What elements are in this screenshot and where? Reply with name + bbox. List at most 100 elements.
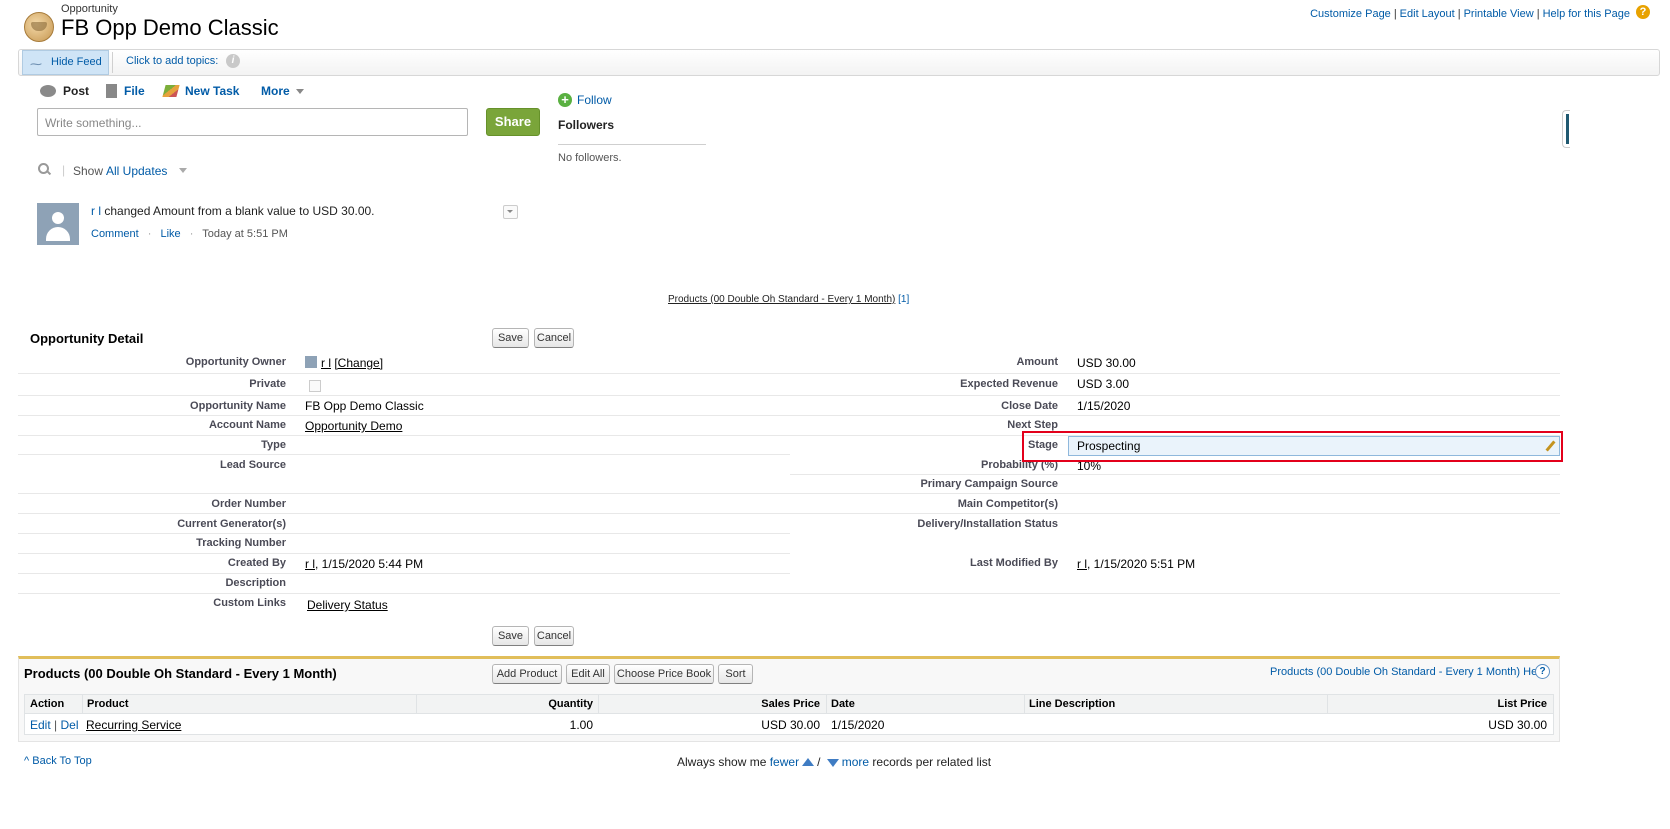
field-label: Stage: [1028, 439, 1058, 451]
field-label: Expected Revenue: [960, 378, 1058, 390]
feed-user-link[interactable]: r l: [91, 204, 101, 218]
products-related-link[interactable]: Products (00 Double Oh Standard - Every …: [668, 294, 895, 305]
post-input[interactable]: Write something...: [37, 108, 468, 136]
feed-item-menu-button[interactable]: [503, 205, 518, 219]
file-icon: [106, 84, 117, 98]
related-list-link: Products (00 Double Oh Standard - Every …: [668, 294, 909, 305]
field-label: Last Modified By: [969, 557, 1058, 569]
tab-new-task-label: New Task: [185, 84, 240, 98]
field-label: Custom Links: [213, 597, 286, 609]
field-label: Account Name: [208, 419, 286, 431]
field-label: Primary Campaign Source: [920, 478, 1058, 490]
post-icon: [40, 85, 56, 97]
products-help-link[interactable]: Products (00 Double Oh Standard - Every …: [1270, 666, 1546, 678]
feed-filter-dropdown[interactable]: All Updates: [106, 164, 187, 178]
column-header-quantity[interactable]: Quantity: [420, 698, 593, 710]
date-cell: 1/15/2020: [831, 718, 885, 732]
customize-page-link[interactable]: Customize Page: [1310, 8, 1391, 20]
side-panel-tab[interactable]: [1562, 110, 1570, 148]
products-count[interactable]: [1]: [898, 294, 909, 305]
tab-post-label: Post: [63, 84, 90, 98]
comment-link[interactable]: Comment: [91, 228, 139, 240]
column-header-action[interactable]: Action: [30, 698, 64, 710]
delete-link[interactable]: Del: [61, 718, 79, 732]
edit-all-button[interactable]: Edit All: [566, 664, 610, 684]
followers-heading: Followers: [558, 118, 615, 132]
hide-feed-label: Hide Feed: [51, 56, 102, 68]
task-icon: [162, 85, 180, 97]
chevron-down-icon: [295, 88, 304, 94]
field-label: Private: [249, 378, 286, 390]
save-button-bottom[interactable]: Save: [492, 626, 529, 646]
avatar[interactable]: [37, 203, 79, 245]
plus-icon[interactable]: +: [558, 93, 572, 107]
field-value: USD 3.00: [1077, 377, 1130, 391]
account-link[interactable]: Opportunity Demo: [305, 419, 402, 433]
feed-item-actions: Comment · Like · Today at 5:51 PM: [91, 228, 288, 240]
column-header-date[interactable]: Date: [831, 698, 855, 710]
share-button[interactable]: Share: [486, 108, 540, 136]
field-label: Close Date: [1001, 400, 1058, 412]
add-product-button[interactable]: Add Product: [492, 664, 562, 684]
products-title: Products (00 Double Oh Standard - Every …: [24, 666, 337, 681]
field-label: Delivery/Installation Status: [917, 518, 1058, 530]
tab-more[interactable]: More: [261, 84, 304, 98]
tab-post[interactable]: Post: [40, 84, 89, 98]
created-by-user-link[interactable]: r l: [305, 557, 315, 571]
divider: |: [62, 163, 66, 177]
fewer-link[interactable]: fewer: [770, 755, 817, 769]
sort-button[interactable]: Sort: [718, 664, 753, 684]
column-header-line-description[interactable]: Line Description: [1029, 698, 1115, 710]
question-icon[interactable]: ?: [1535, 664, 1550, 679]
product-cell: Recurring Service: [86, 718, 181, 732]
change-owner-link[interactable]: [Change]: [334, 356, 383, 370]
delivery-status-link[interactable]: Delivery Status: [307, 598, 388, 612]
field-label: Next Step: [1007, 419, 1058, 431]
chevron-up-icon: ^: [24, 755, 30, 767]
field-label: Created By: [227, 557, 286, 569]
field-value: FB Opp Demo Classic: [305, 399, 424, 413]
edit-link[interactable]: Edit: [30, 718, 51, 732]
more-link[interactable]: more: [824, 755, 869, 769]
field-label: Opportunity Owner: [185, 356, 286, 368]
feed-item-time: Today at 5:51 PM: [202, 228, 288, 240]
tab-file-label: File: [124, 84, 145, 98]
hide-feed-button[interactable]: ⁓ Hide Feed: [22, 50, 109, 75]
field-label: Main Competitor(s): [957, 498, 1058, 510]
divider: [558, 144, 706, 145]
follow-link[interactable]: Follow: [577, 93, 612, 107]
back-to-top-link[interactable]: ^ Back To Top: [24, 755, 92, 767]
column-header-product[interactable]: Product: [87, 698, 129, 710]
column-header-sales-price[interactable]: Sales Price: [602, 698, 820, 710]
account-name-value: Opportunity Demo: [305, 419, 402, 433]
cancel-button-bottom[interactable]: Cancel: [534, 626, 574, 646]
tab-new-task[interactable]: New Task: [162, 84, 240, 98]
records-suffix: records per related list: [872, 755, 992, 769]
row-actions: Edit | Del: [30, 718, 79, 732]
private-checkbox: [309, 380, 321, 392]
add-topics-link[interactable]: Click to add topics:: [126, 55, 218, 67]
sales-price-cell: USD 30.00: [761, 718, 820, 732]
column-header-list-price[interactable]: List Price: [1331, 698, 1547, 710]
cancel-button[interactable]: Cancel: [534, 328, 574, 348]
records-per-list-control: Always show me fewer / more records per r…: [677, 755, 992, 769]
last-modified-user-link[interactable]: r l: [1077, 557, 1087, 571]
owner-link[interactable]: r l: [321, 356, 331, 370]
divider: [112, 52, 113, 73]
help-for-page-link[interactable]: Help for this Page: [1543, 8, 1630, 20]
save-button[interactable]: Save: [492, 328, 529, 348]
info-icon[interactable]: i: [226, 54, 240, 68]
search-icon[interactable]: [38, 163, 49, 174]
back-to-top-label: Back To Top: [32, 755, 92, 767]
choose-price-book-button[interactable]: Choose Price Book: [614, 664, 714, 684]
question-icon[interactable]: ?: [1636, 5, 1650, 19]
tab-file[interactable]: File: [106, 84, 145, 98]
feed-item-text: r l changed Amount from a blank value to…: [91, 204, 375, 218]
printable-view-link[interactable]: Printable View: [1464, 8, 1534, 20]
edit-layout-link[interactable]: Edit Layout: [1400, 8, 1455, 20]
opportunity-icon: [24, 12, 54, 42]
always-show-label: Always show me: [677, 755, 767, 769]
like-link[interactable]: Like: [160, 228, 180, 240]
user-icon: [305, 356, 317, 368]
product-link[interactable]: Recurring Service: [86, 718, 181, 732]
